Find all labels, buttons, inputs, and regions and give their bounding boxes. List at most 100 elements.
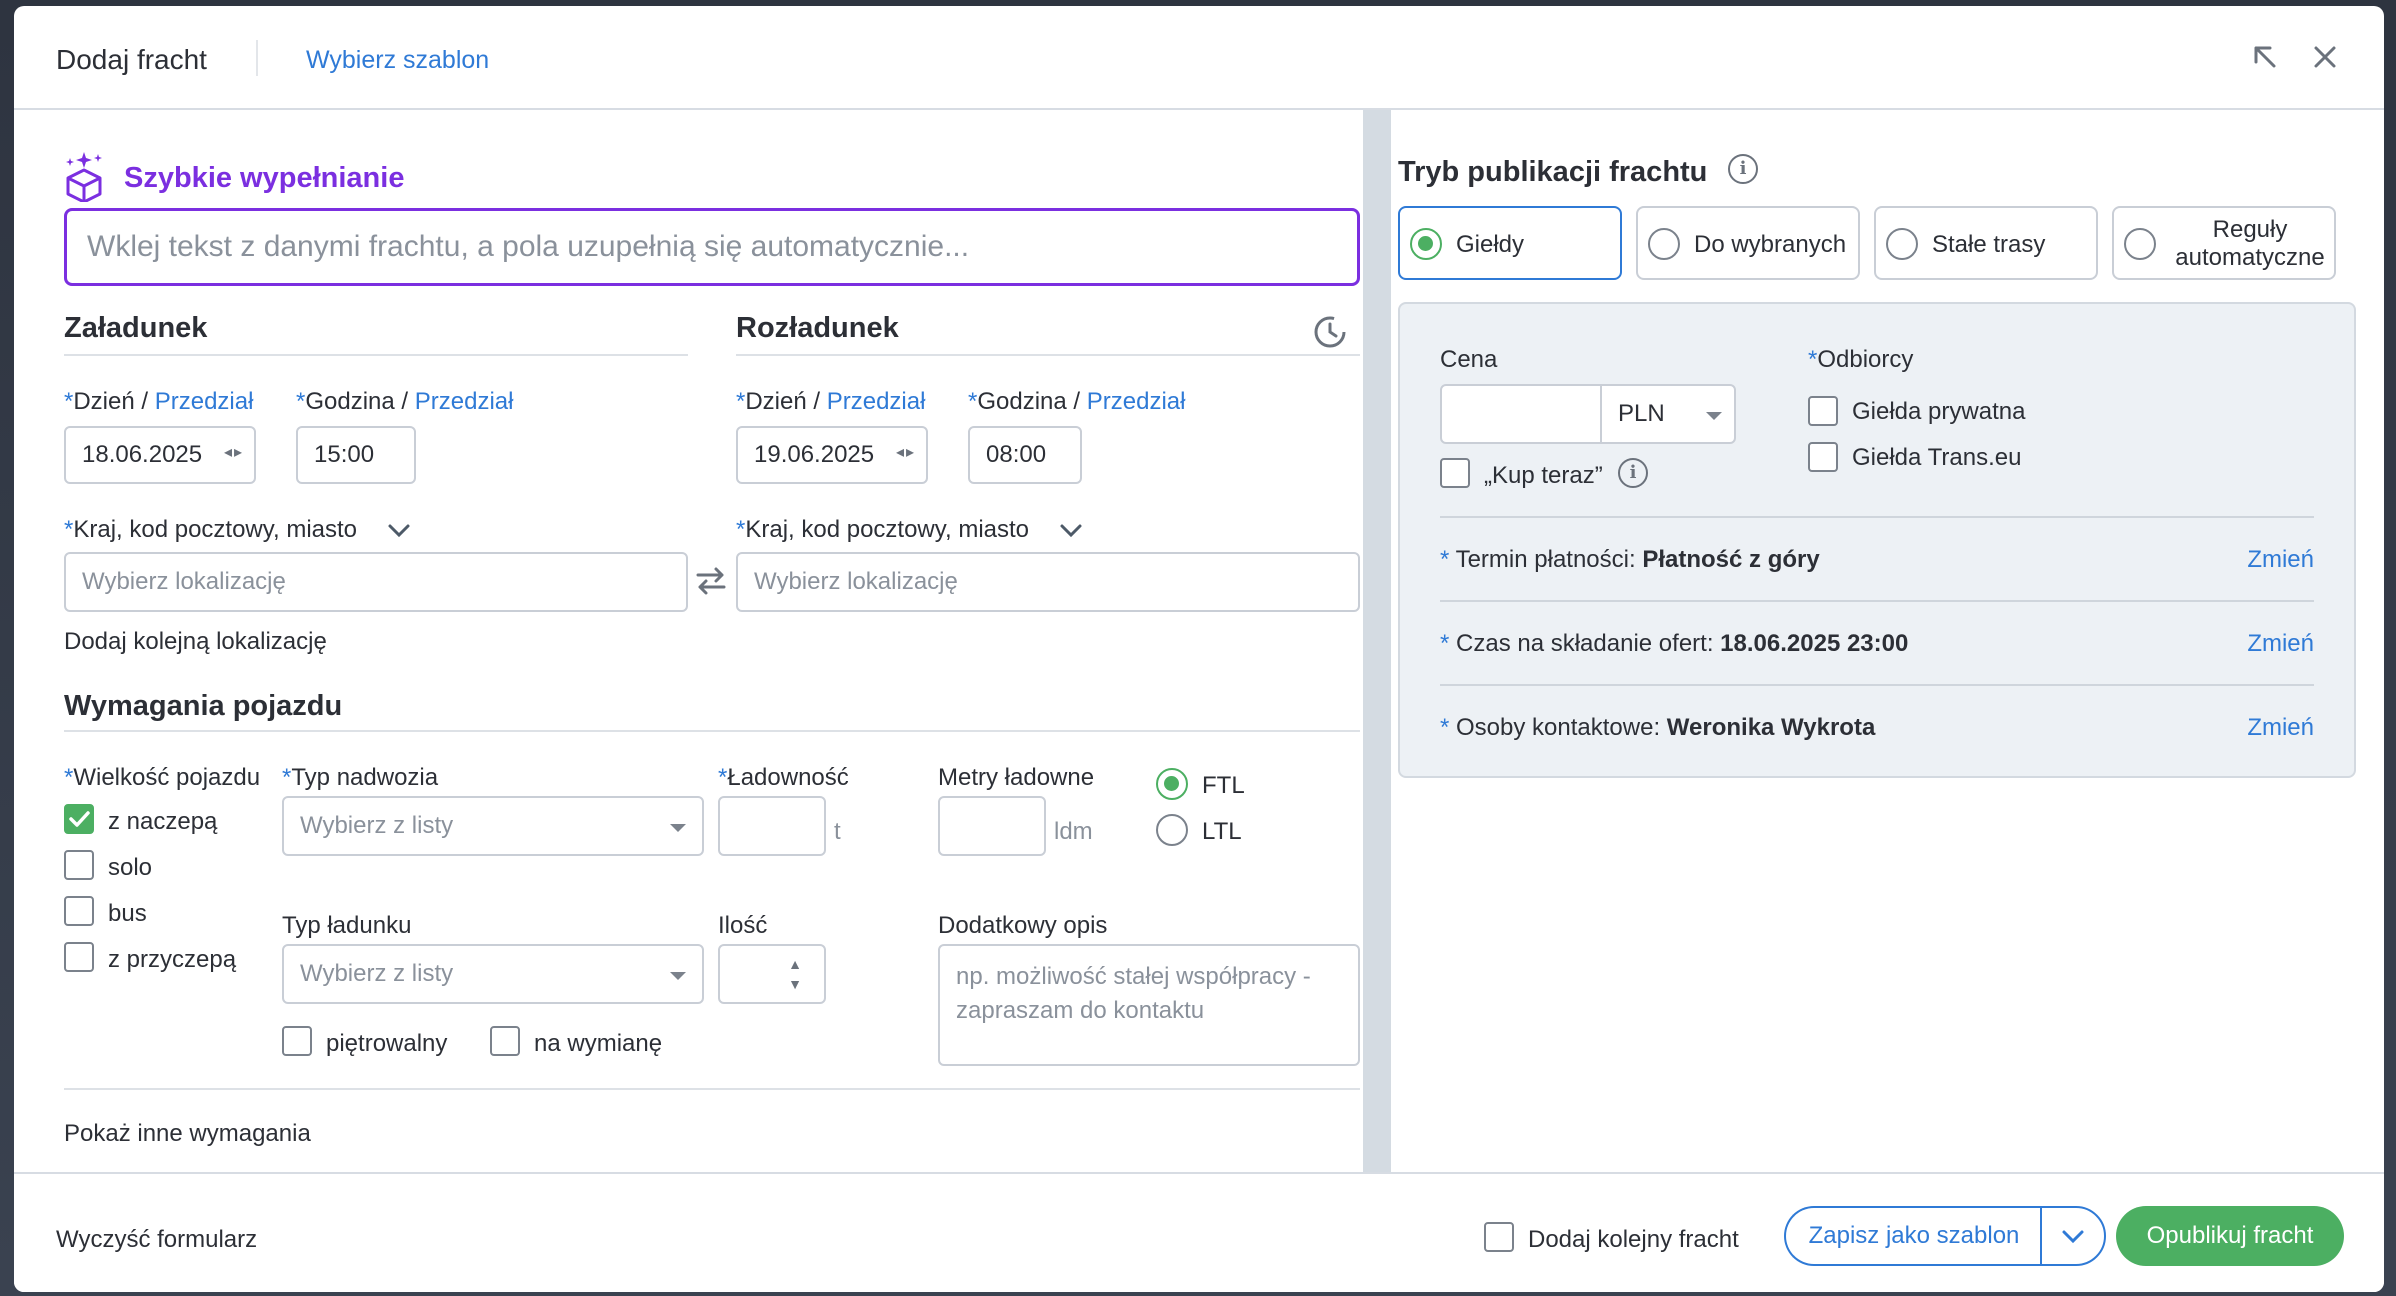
requirements-bottom-divider <box>64 1088 1360 1090</box>
mode-fixed-routes-label: Stałe trasy <box>1932 231 2046 258</box>
ldm-input[interactable] <box>938 796 1046 856</box>
loading-day-range-link[interactable]: Przedział <box>155 388 254 415</box>
ftl-radio[interactable] <box>1156 768 1188 800</box>
buy-now-checkbox[interactable] <box>1440 458 1470 488</box>
cargo-type-select[interactable]: Wybierz z listy <box>282 944 704 1004</box>
save-template-dropdown[interactable] <box>2040 1206 2106 1266</box>
unloading-divider <box>736 354 1360 356</box>
mode-selected-label: Do wybranych <box>1694 231 1847 258</box>
chevron-down-icon[interactable] <box>386 520 412 545</box>
ldm-unit: ldm <box>1054 818 1093 845</box>
contact-change-link[interactable]: Zmień <box>2247 714 2314 742</box>
loading-time-field[interactable]: 15:00 <box>296 426 416 484</box>
capacity-input[interactable] <box>718 796 826 856</box>
mode-auto-rules[interactable]: Reguły automatyczne <box>2112 206 2336 280</box>
ldm-label: Metry ładowne <box>938 764 1095 791</box>
loading-location-input[interactable]: Wybierz lokalizację <box>64 552 688 612</box>
minimize-icon[interactable] <box>2246 38 2286 78</box>
swap-icon[interactable] <box>694 564 728 603</box>
body-type-select[interactable]: Wybierz z listy <box>282 796 704 856</box>
publish-button[interactable]: Opublikuj fracht <box>2116 1206 2344 1266</box>
dialog-header: Dodaj fracht Wybierz szablon <box>14 6 2384 110</box>
info-icon[interactable]: i <box>1618 458 1648 488</box>
ltl-radio[interactable] <box>1156 814 1188 846</box>
loading-time-range-link[interactable]: Przedział <box>415 388 514 415</box>
transeu-exchange-label: Giełda Trans.eu <box>1852 444 2022 471</box>
mode-auto-rules-label: Reguły automatyczne <box>2175 216 2325 271</box>
vehicle-requirements-title: Wymagania pojazdu <box>64 690 343 722</box>
loading-location-label: *Kraj, kod pocztowy, miasto <box>64 516 358 543</box>
close-icon[interactable] <box>2306 38 2346 78</box>
panel-divider <box>1440 516 2314 518</box>
ltl-label: LTL <box>1202 818 1242 845</box>
offers-change-link[interactable]: Zmień <box>2247 630 2314 658</box>
add-location-link[interactable]: Dodaj kolejną lokalizację <box>64 628 327 656</box>
size-label-bus: bus <box>108 900 147 927</box>
date-stepper-icon[interactable]: ◂▸ <box>224 442 244 462</box>
clear-form-link[interactable]: Wyczyść formularz <box>56 1226 257 1254</box>
size-label-solo: solo <box>108 854 153 881</box>
mode-selected[interactable]: Do wybranych <box>1636 206 1860 280</box>
unloading-time-range-link[interactable]: Przedział <box>1087 388 1186 415</box>
unloading-date-field[interactable]: 19.06.2025 ◂▸ <box>736 426 928 484</box>
quick-fill-input[interactable]: Wklej tekst z danymi frachtu, a pola uzu… <box>64 208 1360 286</box>
info-icon[interactable]: i <box>1728 154 1758 184</box>
size-checkbox-semitrailer[interactable] <box>64 804 94 834</box>
offers-deadline: * Czas na składanie ofert: 18.06.2025 23… <box>1440 630 1909 657</box>
dropdown-caret-icon <box>670 972 686 980</box>
unloading-location-input[interactable]: Wybierz lokalizację <box>736 552 1360 612</box>
vehicle-size-label: *Wielkość pojazdu <box>64 764 261 791</box>
mode-fixed-routes[interactable]: Stałe trasy <box>1874 206 2098 280</box>
stackable-checkbox[interactable] <box>282 1026 312 1056</box>
quantity-stepper[interactable]: ▲ ▼ <box>718 944 826 1004</box>
quick-fill-placeholder: Wklej tekst z danymi frachtu, a pola uzu… <box>87 230 970 263</box>
currency-select[interactable]: PLN <box>1600 384 1736 444</box>
header-divider <box>256 40 258 76</box>
size-checkbox-trailer[interactable] <box>64 942 94 972</box>
unloading-location-label: *Kraj, kod pocztowy, miasto <box>736 516 1030 543</box>
capacity-unit: t <box>834 818 841 845</box>
description-textarea[interactable]: np. możliwość stałej współpracy - zapras… <box>938 944 1360 1066</box>
choose-template-link[interactable]: Wybierz szablon <box>306 46 489 75</box>
mode-auto-rules-radio[interactable] <box>2124 228 2156 260</box>
price-label: Cena <box>1440 346 1498 373</box>
chevron-down-icon[interactable] <box>1058 520 1084 545</box>
capacity-label: *Ładowność <box>718 764 849 791</box>
stepper-arrows-icon[interactable]: ▲ ▼ <box>788 954 802 994</box>
dialog-footer: Wyczyść formularz Dodaj kolejny fracht Z… <box>14 1172 2384 1292</box>
loading-date-field[interactable]: 18.06.2025 ◂▸ <box>64 426 256 484</box>
panel-divider <box>1440 600 2314 602</box>
dialog-title: Dodaj fracht <box>56 44 207 75</box>
transeu-exchange-checkbox[interactable] <box>1808 442 1838 472</box>
private-exchange-checkbox[interactable] <box>1808 396 1838 426</box>
quantity-label: Ilość <box>718 912 768 939</box>
mode-selected-radio[interactable] <box>1648 228 1680 260</box>
size-checkbox-bus[interactable] <box>64 896 94 926</box>
vehicle-divider <box>64 730 1360 732</box>
mode-exchanges[interactable]: Giełdy <box>1398 206 1622 280</box>
unloading-day-label: *Dzień / Przedział <box>736 388 926 415</box>
date-stepper-icon[interactable]: ◂▸ <box>896 442 916 462</box>
mode-exchanges-label: Giełdy <box>1456 231 1525 258</box>
size-label-trailer: z przyczepą <box>108 946 237 973</box>
payment-change-link[interactable]: Zmień <box>2247 546 2314 574</box>
history-icon[interactable] <box>1310 312 1348 355</box>
magic-box-icon <box>62 150 106 204</box>
show-more-requirements-link[interactable]: Pokaż inne wymagania <box>64 1120 311 1148</box>
mode-fixed-routes-radio[interactable] <box>1886 228 1918 260</box>
exchange-checkbox[interactable] <box>490 1026 520 1056</box>
add-freight-dialog: Dodaj fracht Wybierz szablon Szybkie wyp… <box>14 6 2384 1292</box>
unloading-day-range-link[interactable]: Przedział <box>827 388 926 415</box>
exchange-label: na wymianę <box>534 1030 663 1057</box>
panel-divider <box>1440 684 2314 686</box>
unloading-time-field[interactable]: 08:00 <box>968 426 1082 484</box>
price-input[interactable] <box>1440 384 1602 444</box>
size-checkbox-solo[interactable] <box>64 850 94 880</box>
save-template-button[interactable]: Zapisz jako szablon <box>1784 1206 2042 1266</box>
mode-exchanges-radio[interactable] <box>1410 228 1442 260</box>
dropdown-caret-icon <box>670 824 686 832</box>
quick-fill-title: Szybkie wypełnianie <box>124 162 405 194</box>
description-label: Dodatkowy opis <box>938 912 1108 939</box>
add-another-checkbox[interactable] <box>1484 1222 1514 1252</box>
chevron-down-icon <box>2062 1230 2084 1244</box>
